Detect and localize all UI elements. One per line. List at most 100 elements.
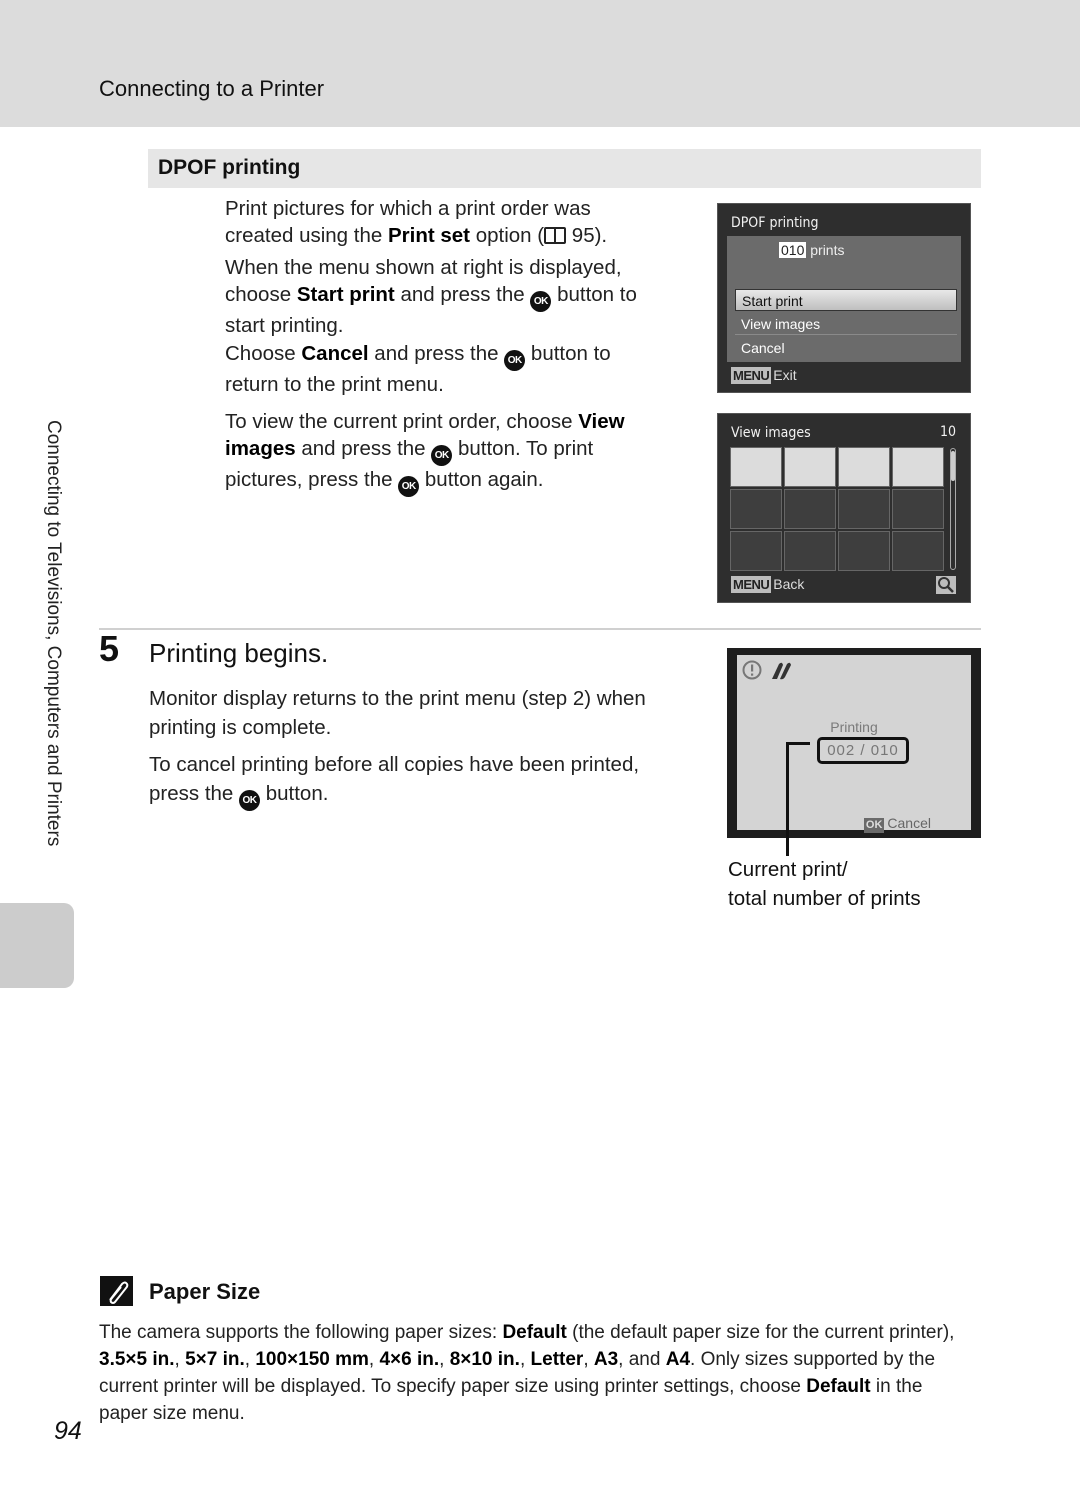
empty-thumbnail-slot (784, 531, 836, 571)
cancel-hint: OK Cancel (863, 815, 931, 833)
print-count: 010 prints (779, 242, 844, 258)
screen-footer: MENU Exit (731, 367, 797, 384)
text: and press the (368, 342, 505, 365)
empty-thumbnail-slot (892, 531, 944, 571)
page-number: 94 (54, 1417, 82, 1445)
text: button. (260, 782, 329, 805)
bold-term: 8×10 in. (449, 1349, 520, 1370)
bold-term: images (225, 437, 296, 460)
bold-term: 4×6 in. (379, 1349, 440, 1370)
menu-key-icon: MENU (731, 576, 772, 593)
image-thumbnail[interactable] (892, 447, 944, 487)
bold-term: 100×150 mm (255, 1349, 369, 1370)
step5-paragraph-1: Monitor display returns to the print men… (149, 687, 646, 739)
text: press the (149, 782, 240, 805)
menu-key-icon: MENU (731, 367, 772, 384)
section-title: DPOF printing (158, 156, 301, 179)
menu-item-view-images[interactable]: View images (735, 313, 957, 335)
empty-thumbnail-slot (838, 489, 890, 529)
image-thumbnail[interactable] (730, 447, 782, 487)
footer-label: Exit (773, 367, 797, 383)
bold-term: 5×7 in. (185, 1349, 245, 1370)
step-title: Printing begins. (149, 638, 329, 668)
text: To cancel printing before all copies hav… (149, 753, 640, 776)
dpof-paragraph-2: When the menu shown at right is displaye… (225, 254, 637, 339)
bold-term: Cancel (301, 342, 369, 365)
text: When the menu shown at right is displaye… (225, 256, 622, 279)
thumbnail-grid (730, 447, 946, 571)
text: Choose (225, 342, 302, 365)
text: button to (551, 283, 637, 306)
section-bar: DPOF printing (148, 149, 981, 188)
callout-caption: Current print/ total number of prints (728, 855, 921, 913)
magnifier-icon (936, 576, 956, 594)
camera-screen-view-images: View images 10 MENU Back (717, 413, 971, 603)
footer-label: Back (773, 576, 805, 592)
bold-term: Default (806, 1376, 871, 1397)
book-reference-icon (544, 227, 567, 244)
note-paperclip-icon (100, 1276, 133, 1306)
text: button again. (419, 468, 544, 491)
text: option ( (470, 224, 545, 247)
text: start printing. (225, 314, 344, 337)
cancel-label: Cancel (887, 815, 931, 831)
caption-line: Current print/ (728, 858, 848, 881)
ok-button-icon: OK (504, 350, 526, 371)
text: button. To print (452, 437, 594, 460)
page-header-title: Connecting to a Printer (99, 76, 325, 101)
empty-thumbnail-slot (730, 531, 782, 571)
scrollbar[interactable] (950, 448, 956, 570)
pictbridge-icon (769, 659, 793, 686)
dpof-paragraph-3: Choose Cancel and press the OK button to… (225, 340, 611, 398)
ok-button-icon: OK (398, 476, 420, 497)
print-count-value: 010 (779, 242, 807, 258)
image-thumbnail[interactable] (838, 447, 890, 487)
dpof-paragraph-1: Print pictures for which a print order w… (225, 195, 607, 249)
print-counter: 002 / 010 (817, 737, 909, 764)
text: pictures, press the (225, 468, 399, 491)
bold-term: Default (502, 1322, 567, 1343)
step5-paragraph-2: To cancel printing before all copies hav… (149, 750, 689, 811)
text: and press the (394, 283, 531, 306)
menu-item-cancel[interactable]: Cancel (735, 337, 957, 359)
camera-screen-dpof-menu: DPOF printing 010 prints Start print Vie… (717, 203, 971, 393)
text: button to (525, 342, 611, 365)
text: , and (618, 1349, 666, 1370)
bold-term: A4 (665, 1349, 691, 1370)
image-count: 10 (939, 424, 956, 440)
callout-leader-line (786, 742, 810, 745)
empty-thumbnail-slot (784, 489, 836, 529)
ok-button-icon: OK (530, 291, 552, 312)
caption-line: total number of prints (728, 887, 921, 910)
text: return to the print menu. (225, 373, 444, 396)
screen-title: DPOF printing (731, 215, 819, 231)
text: Print pictures for which a print order w… (225, 197, 591, 220)
screen-footer: MENU Back (731, 576, 804, 593)
text: and press the (295, 437, 432, 460)
warning-icon (741, 659, 763, 686)
text: choose (225, 283, 297, 306)
bold-term: Letter (530, 1349, 584, 1370)
empty-thumbnail-slot (838, 531, 890, 571)
page-reference: 95). (566, 224, 608, 247)
chapter-side-label: Connecting to Televisions, Computers and… (43, 420, 64, 847)
print-count-unit: prints (810, 242, 845, 258)
printing-status: Printing (830, 719, 878, 735)
bold-term: A3 (593, 1349, 619, 1370)
ok-button-icon: OK (239, 790, 261, 811)
text: To view the current print order, choose (225, 410, 579, 433)
menu-item-start-print[interactable]: Start print (735, 289, 957, 311)
screen-title: View images (731, 425, 811, 441)
ok-key-icon: OK (863, 818, 885, 833)
chapter-tab (0, 903, 74, 988)
header-band: Connecting to a Printer (0, 0, 1080, 127)
text: The camera supports the following paper … (99, 1322, 503, 1343)
note-body: The camera supports the following paper … (99, 1322, 955, 1424)
image-thumbnail[interactable] (784, 447, 836, 487)
printing-lcd: Printing 002 / 010 OK Cancel (737, 655, 971, 833)
text: created using the (225, 224, 388, 247)
camera-screen-printing: Printing 002 / 010 OK Cancel (727, 648, 981, 838)
empty-thumbnail-slot (892, 489, 944, 529)
scrollbar-thumb[interactable] (951, 451, 955, 481)
text: (the default paper size for the current … (566, 1322, 955, 1343)
